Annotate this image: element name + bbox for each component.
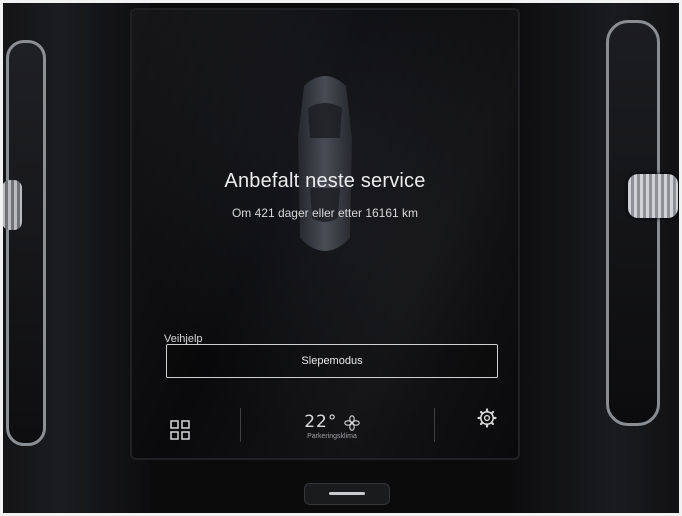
service-title: Anbefalt neste service — [224, 170, 426, 192]
bar-divider — [240, 408, 241, 442]
climate-control[interactable]: 22° Parkeringsklima — [292, 412, 372, 448]
tow-mode-button[interactable]: Slepemodus — [166, 344, 498, 378]
vent-knob-left[interactable] — [2, 180, 22, 230]
bar-divider — [434, 408, 435, 442]
car-top-view-image — [298, 76, 352, 251]
parking-climate-label: Parkeringsklima — [307, 433, 357, 440]
gear-icon[interactable] — [477, 408, 497, 428]
volume-knob[interactable] — [628, 174, 678, 218]
bottom-bar: 22° Parkeringsklima — [132, 402, 518, 458]
center-display: Anbefalt neste service Om 421 dager elle… — [132, 10, 518, 458]
service-subtitle: Om 421 dager eller etter 16161 km — [231, 206, 419, 220]
fan-icon — [344, 415, 360, 431]
home-button[interactable] — [304, 483, 390, 505]
air-vent-right — [606, 20, 660, 426]
air-vent-left — [6, 40, 46, 446]
apps-grid-icon[interactable] — [170, 420, 190, 440]
temperature-readout: 22° — [304, 412, 338, 432]
tow-mode-button-label: Slepemodus — [301, 355, 363, 367]
